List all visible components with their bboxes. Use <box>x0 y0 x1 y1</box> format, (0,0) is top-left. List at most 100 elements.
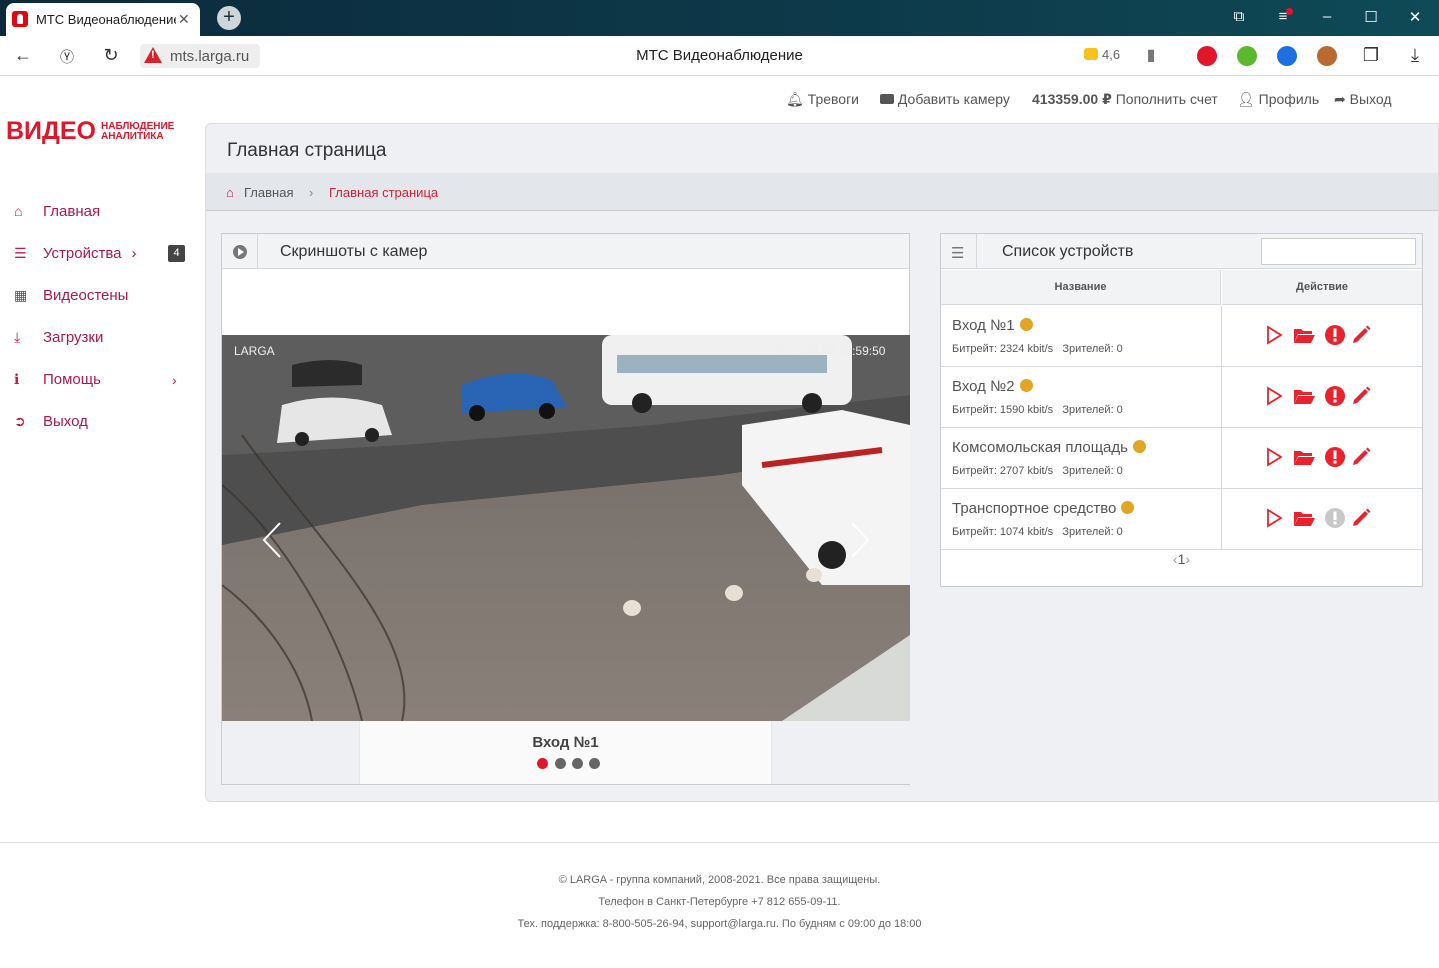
logo-sub-line2: АНАЛИТИКА <box>101 131 164 142</box>
table-row: Комсомольская площадь Битрейт: 2707 kbit/… <box>941 428 1422 489</box>
add-camera-link[interactable]: Добавить камеру <box>880 91 1010 107</box>
status-dot-icon <box>1019 318 1033 331</box>
download-icon: ⤓ <box>14 329 21 345</box>
folder-open-icon[interactable] <box>1293 507 1315 529</box>
tab-close-icon[interactable]: ✕ <box>178 11 190 28</box>
sidebar-item-downloads[interactable]: ⤓ Загрузки <box>14 329 103 351</box>
balance-link[interactable]: 413359.00 ₽ Пополнить счет <box>1032 91 1218 108</box>
camera-screenshot[interactable]: LARGA 2021-04-09 18:59:50 <box>222 335 910 721</box>
device-meta: Битрейт: 2707 kbit/s Зрителей: 0 <box>952 465 1123 477</box>
grid-icon: ▦ <box>14 287 28 303</box>
device-bitrate: Битрейт: 2324 kbit/s <box>952 343 1054 355</box>
panel-header: ☰ Список устройств <box>941 234 1422 269</box>
chevron-right-icon: › <box>172 372 177 388</box>
profile-link[interactable]: 👤︎ Профиль <box>1237 91 1319 108</box>
pencil-icon[interactable] <box>1350 507 1372 529</box>
column-header-name[interactable]: Название <box>941 270 1221 305</box>
carousel-dot-active[interactable] <box>537 758 548 769</box>
sidebar-item-help[interactable]: ℹ Помощь <box>14 371 101 393</box>
extension-bookmark-icon[interactable] <box>1277 46 1297 66</box>
minimize-icon[interactable]: – <box>1317 8 1337 25</box>
panel-header: Скриншоты с камер <box>222 234 909 269</box>
tabs-panel-icon[interactable]: ⧉ <box>1229 8 1249 25</box>
device-search-input[interactable] <box>1261 238 1416 265</box>
device-name[interactable]: Транспортное средство <box>952 500 1135 517</box>
carousel-dot[interactable] <box>589 758 600 769</box>
browser-tab[interactable]: МТС Видеонаблюдение ✕ <box>6 3 200 36</box>
new-tab-button[interactable]: + <box>217 6 241 30</box>
footer-phone: Телефон в Санкт-Петербурге +7 812 655-09… <box>598 896 841 908</box>
mts-favicon-icon <box>12 11 28 27</box>
watermark-timestamp: 2021-04-09 18:59:50 <box>774 344 886 358</box>
extension-red-icon[interactable] <box>1197 46 1217 66</box>
pagination[interactable]: ‹1› <box>941 551 1422 567</box>
sidebar-item-label: Устройства <box>43 245 122 262</box>
video-camera-icon <box>880 94 894 104</box>
alert-icon[interactable] <box>1324 446 1346 468</box>
device-name[interactable]: Вход №2 <box>952 378 1033 395</box>
download-icon[interactable]: ⤓ <box>1404 45 1426 66</box>
table-row: Транспортное средство Битрейт: 1074 kbit/… <box>941 489 1422 550</box>
pencil-icon[interactable] <box>1350 385 1372 407</box>
column-divider <box>1221 428 1222 489</box>
browser-menu-icon[interactable]: ≡ <box>1273 8 1293 25</box>
logout-link[interactable]: ➦ Выход <box>1334 91 1392 108</box>
sidebar-item-home[interactable]: ⌂ Главная <box>14 203 100 225</box>
breadcrumb: ⌂ Главная › Главная страница <box>206 173 1438 211</box>
play-icon[interactable] <box>1263 446 1285 468</box>
device-viewers: Зрителей: 0 <box>1062 465 1123 477</box>
folder-open-icon[interactable] <box>1293 324 1315 346</box>
extension-settings-icon[interactable] <box>1237 46 1257 66</box>
device-bitrate: Битрейт: 2707 kbit/s <box>952 465 1054 477</box>
caption-title: Вход №1 <box>532 734 599 751</box>
folder-open-icon[interactable] <box>1293 385 1315 407</box>
breadcrumb-current: Главная страница <box>329 185 439 200</box>
play-icon[interactable] <box>1263 385 1285 407</box>
home-icon: ⌂ <box>14 203 23 219</box>
play-icon[interactable] <box>1263 507 1285 529</box>
panel-title: Список устройств <box>1002 243 1134 260</box>
column-divider <box>1221 489 1222 550</box>
chevron-right-icon: › <box>131 245 137 262</box>
alarms-label: Тревоги <box>807 91 860 107</box>
add-camera-label: Добавить камеру <box>897 91 1010 107</box>
bookmark-icon[interactable]: ▮ <box>1140 45 1162 65</box>
footer: © LARGA - группа компаний, 2008-2021. Вс… <box>0 842 1439 968</box>
list-icon: ☰ <box>951 245 965 262</box>
collections-icon[interactable]: ❐ <box>1360 45 1382 66</box>
sidebar-item-logout[interactable]: ➲ Выход <box>14 413 88 435</box>
close-window-icon[interactable]: ✕ <box>1405 8 1425 26</box>
sidebar-item-videowalls[interactable]: ▦ Видеостены <box>14 287 128 309</box>
alert-icon[interactable] <box>1324 507 1346 529</box>
rating-value: 4,6 <box>1102 47 1121 62</box>
logo[interactable]: ВИДЕО <box>6 117 96 146</box>
carousel-dot[interactable] <box>555 758 566 769</box>
sidebar-item-label: Видеостены <box>43 287 129 304</box>
extension-avatar-icon[interactable] <box>1317 46 1337 66</box>
tab-title: МТС Видеонаблюдение <box>36 12 176 27</box>
page-title: Главная страница <box>227 140 387 161</box>
device-bitrate: Битрейт: 1074 kbit/s <box>952 526 1054 538</box>
table-row: Вход №2 Битрейт: 1590 kbit/s Зрителей: 0 <box>941 367 1422 428</box>
site-rating[interactable]: 4,6 <box>1084 47 1120 62</box>
device-name[interactable]: Комсомольская площадь <box>952 439 1146 456</box>
alert-icon[interactable] <box>1324 385 1346 407</box>
carousel-dot[interactable] <box>572 758 583 769</box>
alarms-link[interactable]: 🔔︎ Тревоги <box>786 91 859 108</box>
device-name[interactable]: Вход №1 <box>952 317 1033 334</box>
alert-icon[interactable] <box>1324 324 1346 346</box>
pencil-icon[interactable] <box>1350 324 1372 346</box>
bell-icon: 🔔︎ <box>786 91 804 107</box>
play-icon[interactable] <box>1263 324 1285 346</box>
pencil-icon[interactable] <box>1350 446 1372 468</box>
maximize-icon[interactable]: ☐ <box>1361 8 1381 26</box>
panel-title: Скриншоты с камер <box>280 243 428 260</box>
device-name-text: Комсомольская площадь <box>952 439 1128 456</box>
sidebar-item-devices[interactable]: ☰ Устройства › <box>14 245 136 267</box>
devices-panel: ☰ Список устройств Название Действие Вхо… <box>940 233 1423 587</box>
top-up-label: Пополнить счет <box>1115 91 1218 107</box>
page-next-icon[interactable]: › <box>1185 551 1190 567</box>
folder-open-icon[interactable] <box>1293 446 1315 468</box>
sidebar-item-label: Загрузки <box>43 329 104 346</box>
breadcrumb-home[interactable]: Главная <box>244 185 293 200</box>
